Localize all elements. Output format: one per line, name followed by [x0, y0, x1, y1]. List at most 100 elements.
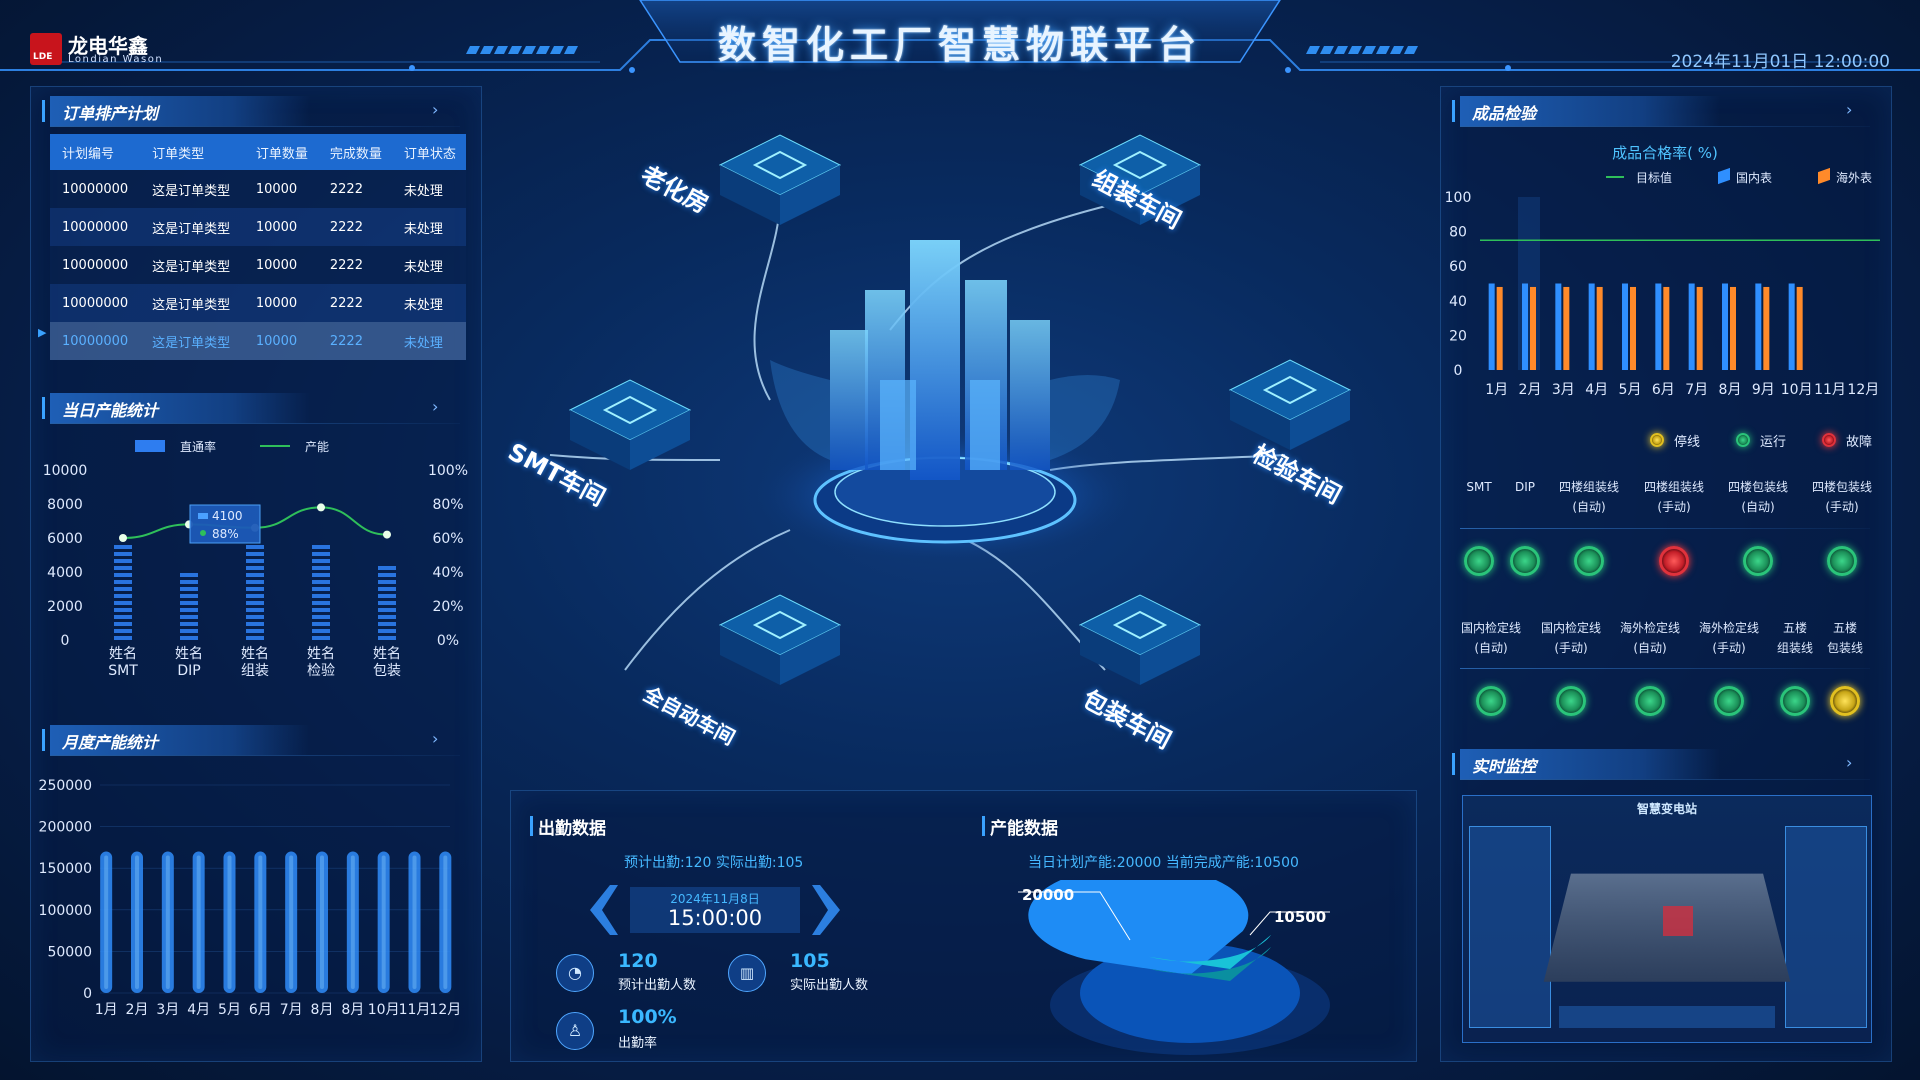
- overseas-bar: [1563, 286, 1570, 370]
- daily-capacity-chart: 直通率 产能 0 0% 2000 20% 4000 40% 6000 60% 8000 80% 1000…: [43, 439, 468, 679]
- attendance-summary: 预计出勤:120 实际出勤:105: [624, 855, 804, 871]
- line-status-indicator[interactable]: [1635, 686, 1665, 716]
- overseas-bar: [1763, 286, 1770, 370]
- daily-bar-segment: [312, 608, 330, 612]
- line-status-label: 四楼包装线 (手动): [1811, 480, 1872, 514]
- line-status-indicator[interactable]: [1743, 546, 1773, 576]
- tooltip-rate: 88%: [212, 527, 239, 541]
- table-cell: 2222: [317, 322, 392, 360]
- daily-bar-segment: [378, 573, 396, 577]
- col-order-qty[interactable]: 订单数量: [243, 134, 318, 170]
- workshop-icon-smt[interactable]: [568, 379, 692, 470]
- daily-bar-segment: [114, 580, 132, 584]
- line-status-indicator[interactable]: [1574, 546, 1604, 576]
- workshop-icon-automation[interactable]: [718, 594, 842, 685]
- col-done-qty[interactable]: 完成数量: [317, 134, 392, 170]
- table-row[interactable]: 10000000 这是订单类型 10000 2222 未处理: [50, 170, 466, 208]
- y-tick-label: 8000: [47, 497, 83, 513]
- line-status-indicator[interactable]: [1464, 546, 1494, 576]
- workshop-icon-inspection[interactable]: [1228, 359, 1352, 450]
- monthly-bar-highlight: [320, 855, 324, 989]
- x-tick-label: 8月: [341, 1002, 364, 1018]
- daily-more-chevron-icon[interactable]: ›: [432, 397, 438, 416]
- actual-attendance-label: 实际出勤人数: [790, 978, 869, 993]
- daily-bar-segment: [246, 594, 264, 598]
- line-status-indicator[interactable]: [1556, 686, 1586, 716]
- x-tick-label: SMT: [108, 663, 138, 679]
- legend-target-label: 目标值: [1636, 171, 1673, 185]
- col-order-status[interactable]: 订单状态: [391, 134, 466, 170]
- line-status-indicator[interactable]: [1827, 546, 1857, 576]
- attendance-date: 2024年11月8日: [670, 892, 760, 906]
- monitor-video-feed[interactable]: 智慧变电站: [1462, 795, 1872, 1043]
- x-tick-label: 姓名: [109, 646, 137, 662]
- line-status-indicator[interactable]: [1780, 686, 1810, 716]
- x-tick-label: 7月: [280, 1002, 303, 1018]
- orders-table: 计划编号 订单类型 订单数量 完成数量 订单状态 10000000 这是订单类型 1…: [50, 134, 466, 360]
- table-cell: 10000000: [50, 322, 141, 360]
- domestic-bar: [1688, 283, 1695, 370]
- monthly-capacity-title-text: 月度产能统计: [62, 733, 159, 752]
- daily-bar-segment: [312, 580, 330, 584]
- legend-fault-label: 故障: [1846, 435, 1873, 450]
- y2-tick-label: 100%: [428, 463, 468, 479]
- col-order-type[interactable]: 订单类型: [140, 134, 244, 170]
- x-tick-label: 4月: [1585, 382, 1608, 398]
- daily-bar-segment: [246, 552, 264, 556]
- monitor-more-chevron-icon[interactable]: ›: [1846, 753, 1852, 772]
- daily-bar-segment: [114, 552, 132, 556]
- line-status-indicator[interactable]: [1714, 686, 1744, 716]
- x-tick-label: 6月: [249, 1002, 272, 1018]
- daily-bar-segment: [246, 608, 264, 612]
- daily-bar-segment: [246, 573, 264, 577]
- line-status-indicator[interactable]: [1830, 686, 1860, 716]
- line-status-indicator[interactable]: [1510, 546, 1540, 576]
- inspection-more-chevron-icon[interactable]: ›: [1846, 100, 1852, 119]
- x-tick-label: 检验: [307, 663, 335, 679]
- monthly-capacity-chart: 0 50000 100000 150000 200000 250000 1月 2月 3月 4月 5月…: [39, 778, 462, 1018]
- daily-bar-segment: [378, 587, 396, 591]
- daily-bar-segment: [114, 573, 132, 577]
- orders-title-text: 订单排产计划: [62, 104, 159, 123]
- table-row[interactable]: 10000000 这是订单类型 10000 2222 未处理: [50, 246, 466, 284]
- table-cell: 未处理: [391, 170, 466, 208]
- x-tick-label: 8月: [1719, 382, 1742, 398]
- x-tick-label: 11月: [1814, 382, 1846, 398]
- table-cell: 这是订单类型: [140, 170, 244, 208]
- x-tick-label: 姓名: [307, 646, 335, 662]
- table-row[interactable]: 10000000 这是订单类型 10000 2222 未处理: [50, 284, 466, 322]
- table-row-selected[interactable]: 10000000 这是订单类型 10000 2222 未处理: [50, 322, 466, 360]
- line-status-label: 四楼包装线 (自动): [1727, 480, 1788, 514]
- y-tick-label: 100000: [39, 903, 92, 919]
- daily-bar-segment: [180, 580, 198, 584]
- legend-overseas-label: 海外表: [1836, 171, 1873, 185]
- daily-bar-segment: [114, 587, 132, 591]
- table-row[interactable]: 10000000 这是订单类型 10000 2222 未处理: [50, 208, 466, 246]
- line-status-indicator[interactable]: [1659, 546, 1689, 576]
- table-cell: 这是订单类型: [140, 284, 244, 322]
- orders-more-chevron-icon[interactable]: ›: [432, 100, 438, 119]
- daily-bar-segment: [312, 636, 330, 640]
- orders-title-underline: [50, 126, 460, 127]
- y-tick-label: 20: [1449, 328, 1467, 344]
- inspection-pass-rate-chart: 0 20 40 60 80 100 1月 2月 3月 4月 5月 6月 7月 8月 9月 10月 11月 12月: [1445, 190, 1880, 398]
- x-tick-label: 12月: [1847, 382, 1879, 398]
- daily-bar-segment: [180, 573, 198, 577]
- y-tick-label: 0: [83, 986, 92, 1002]
- workshop-icon-aging[interactable]: [718, 134, 842, 225]
- y-tick-label: 0: [61, 633, 70, 649]
- domestic-bar: [1655, 283, 1662, 370]
- daily-bar-segment: [378, 622, 396, 626]
- x-tick-label: 姓名: [175, 646, 203, 662]
- y-tick-label: 6000: [47, 531, 83, 547]
- workshop-icon-packing[interactable]: [1078, 594, 1202, 685]
- domestic-bar: [1488, 283, 1495, 370]
- monthly-bar-highlight: [350, 855, 355, 989]
- y-tick-label: 0: [1454, 363, 1463, 379]
- monthly-bar-highlight: [289, 855, 294, 989]
- col-plan-no[interactable]: 计划编号: [50, 134, 141, 170]
- attendance-time: 15:00:00: [667, 906, 763, 930]
- monthly-more-chevron-icon[interactable]: ›: [432, 729, 438, 748]
- legend-fault-dot: [1822, 433, 1836, 447]
- line-status-indicator[interactable]: [1476, 686, 1506, 716]
